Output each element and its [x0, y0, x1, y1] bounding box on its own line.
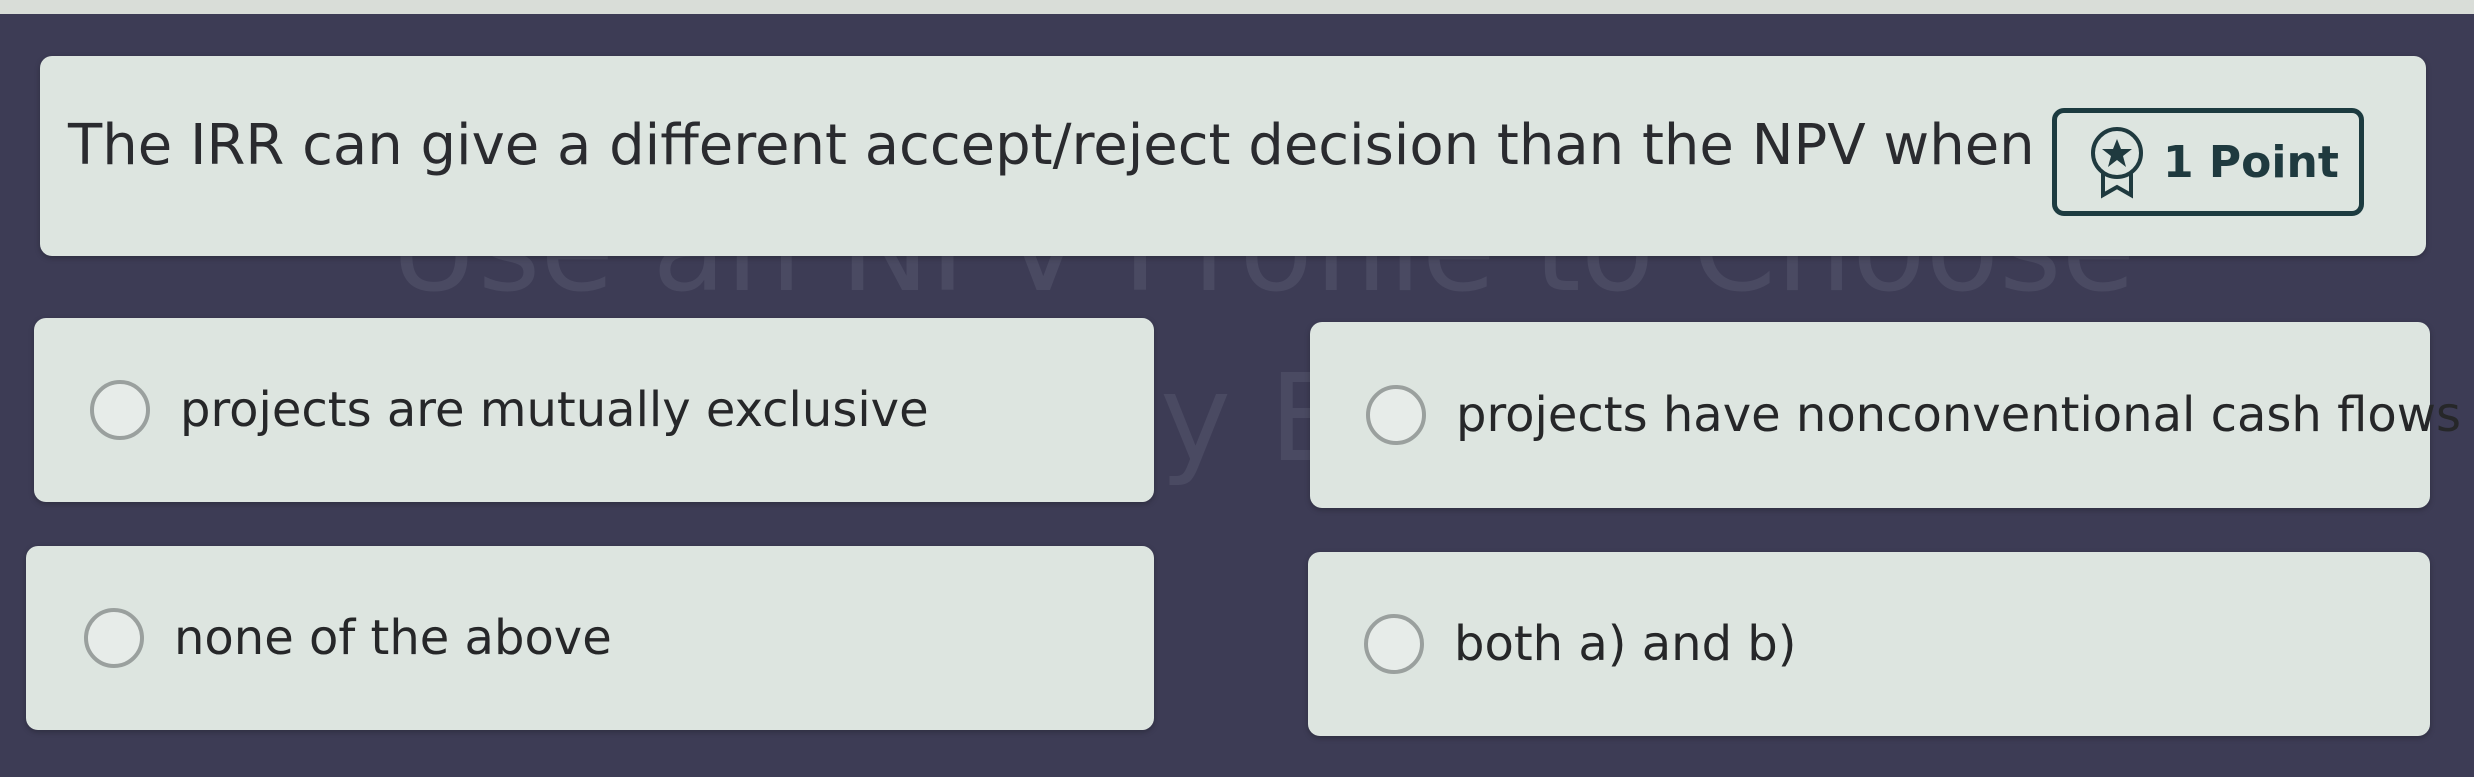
question-text: The IRR can give a different accept/reje… — [68, 113, 2035, 178]
answer-option-d[interactable]: both a) and b) — [1308, 552, 2430, 736]
points-label: 1 Point — [2163, 136, 2339, 188]
top-edge-strip — [0, 0, 2474, 14]
radio-button[interactable] — [1364, 614, 1424, 674]
points-badge: 1 Point — [2052, 108, 2364, 216]
answer-option-b[interactable]: projects have nonconventional cash flows — [1310, 322, 2461, 508]
answer-option-label: both a) and b) — [1454, 616, 1797, 672]
radio-button[interactable] — [90, 380, 150, 440]
answer-option-label: projects are mutually exclusive — [180, 382, 929, 438]
radio-button[interactable] — [84, 608, 144, 668]
answer-option-a[interactable]: projects are mutually exclusive — [34, 318, 1154, 502]
answer-option-c[interactable]: none of the above — [26, 546, 1154, 730]
answer-option-label: none of the above — [174, 610, 612, 666]
answer-option-label: projects have nonconventional cash flows — [1456, 387, 2461, 443]
radio-button[interactable] — [1366, 385, 1426, 445]
award-badge-icon — [2085, 124, 2149, 200]
